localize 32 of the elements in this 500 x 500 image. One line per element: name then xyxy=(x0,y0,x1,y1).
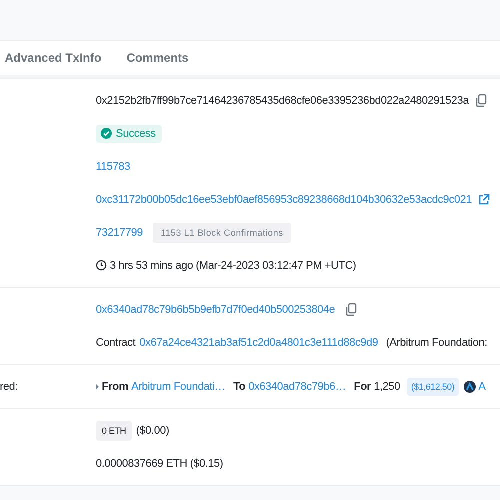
usd-value-badge: ($1,612.50) xyxy=(407,378,459,396)
for-label: For xyxy=(354,380,372,392)
transaction-hash: 0x2152b2fb7ff99b7ce71464236785435d68cfe06e3395236bd022a2480291523a xyxy=(96,94,469,106)
contract-address-link[interactable]: 0x67a24ce4321ab3af51c2d0a4801c3e111d88c9d9 xyxy=(140,336,378,348)
from-label: From xyxy=(102,380,128,392)
status-badge: Success xyxy=(96,124,162,142)
field-label: red: xyxy=(0,380,18,392)
check-circle-icon xyxy=(101,128,112,139)
value-usd: ($0.00) xyxy=(136,424,170,436)
copy-icon[interactable] xyxy=(474,94,488,107)
l1-block-link[interactable]: 73217799 xyxy=(96,226,143,238)
token-icon xyxy=(464,380,476,392)
value-badge: 0 ETH xyxy=(96,420,132,440)
contract-label: Contract xyxy=(96,336,136,348)
token-amount: 1,250 xyxy=(374,380,400,392)
caret-icon xyxy=(96,384,99,390)
confirmations-badge: 1153 L1 Block Confirmations xyxy=(152,222,292,242)
to-label: To xyxy=(233,380,246,392)
contract-name: (Arbitrum Foundation: xyxy=(386,336,488,348)
from-address-link[interactable]: 0x6340ad78c79b6b5b9efb7d7f0ed40b500253804e xyxy=(96,304,336,316)
clock-icon xyxy=(96,260,107,271)
external-link-icon xyxy=(478,194,490,206)
to-link[interactable]: 0x6340ad78c79b6… xyxy=(248,380,346,392)
from-link[interactable]: Arbitrum Foundati… xyxy=(132,380,226,392)
tab[interactable]: Advanced TxInfo xyxy=(0,41,114,75)
transaction-fee: 0.0000837669 ETH ($0.15) xyxy=(96,458,224,470)
l1-hash-link[interactable]: 0xc31172b00b05dc16ee53ebf0aef856953c89238668d104b30632e53acdc9c021 xyxy=(96,194,472,206)
timestamp: 3 hrs 53 mins ago (Mar-24-2023 03:12:47 PM +UTC) xyxy=(110,260,356,272)
copy-icon[interactable] xyxy=(345,303,358,316)
tab[interactable]: Comments xyxy=(114,41,201,75)
token-link[interactable]: A xyxy=(478,380,486,392)
block-link[interactable]: 115783 xyxy=(96,160,130,172)
